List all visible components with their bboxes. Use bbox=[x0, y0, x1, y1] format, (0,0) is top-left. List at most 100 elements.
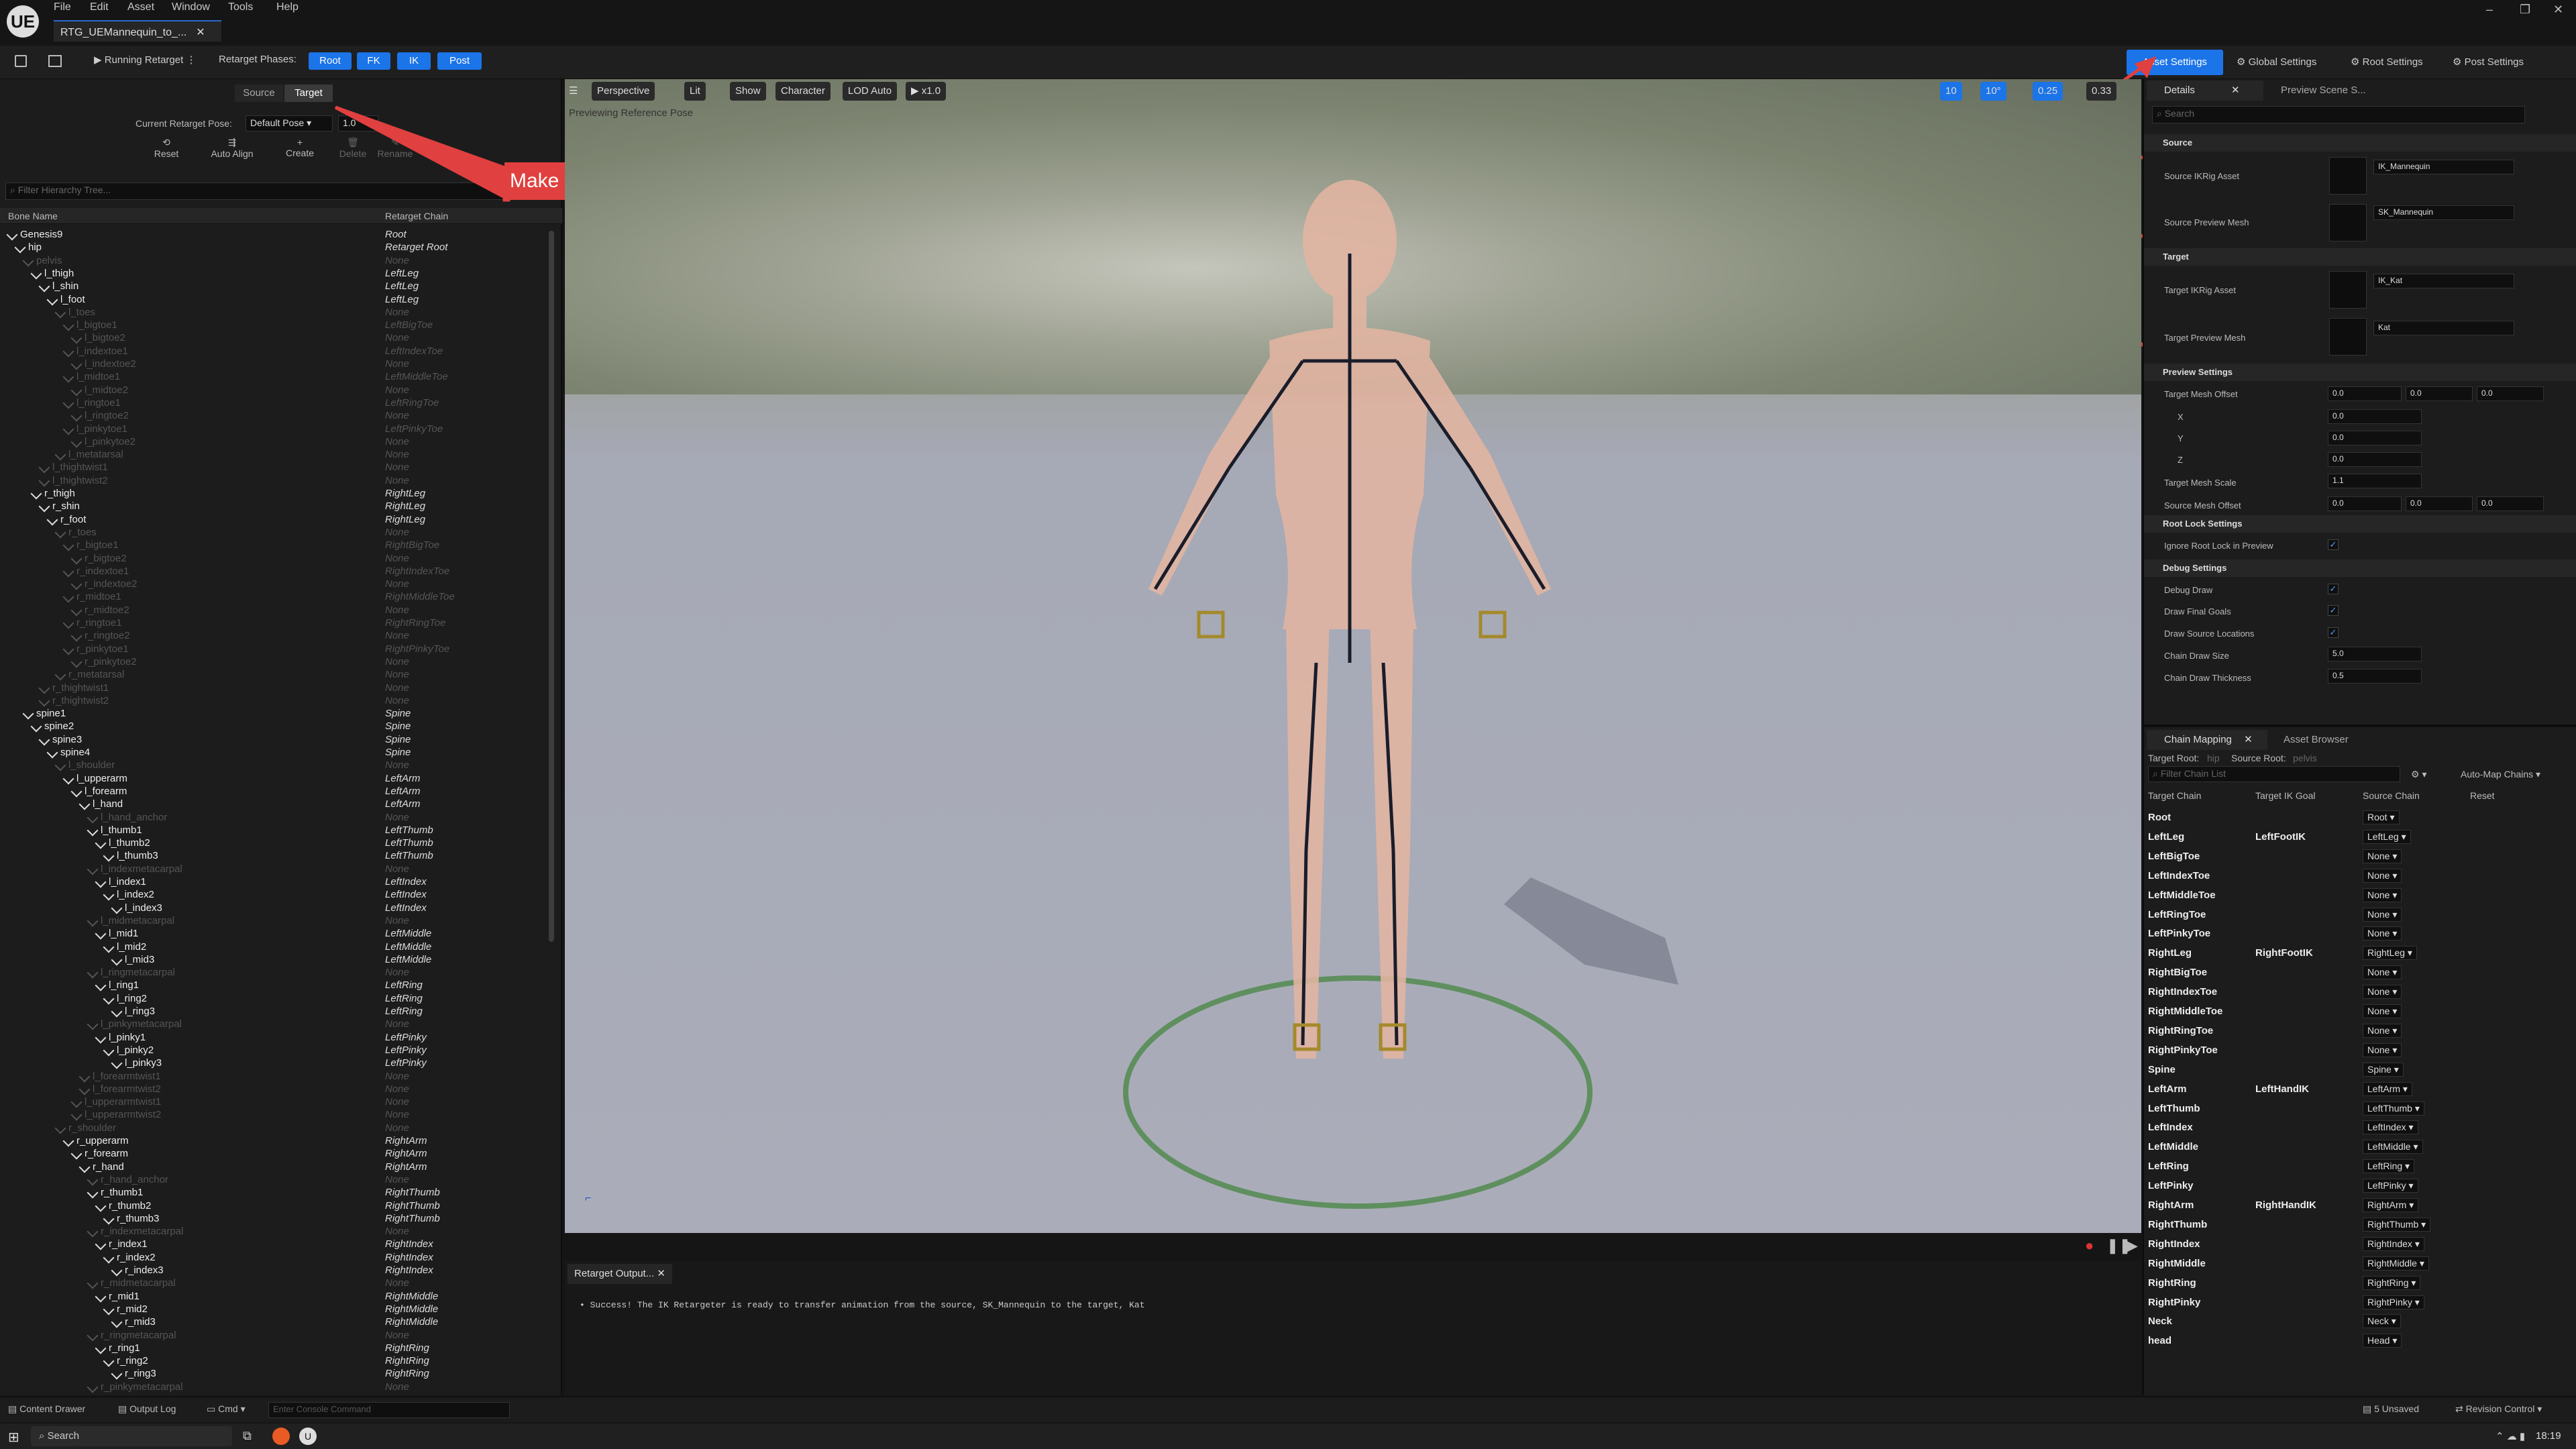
perspective-button[interactable]: Perspective bbox=[592, 82, 655, 101]
show-button[interactable]: Show bbox=[730, 82, 766, 101]
source-chain-dropdown[interactable]: LeftPinky ▾ bbox=[2363, 1179, 2418, 1193]
chain-mapping-row[interactable]: RightThumb RightThumb ▾ bbox=[2145, 1215, 2575, 1234]
source-chain-dropdown[interactable]: None ▾ bbox=[2363, 985, 2402, 1000]
lod-button[interactable]: LOD Auto bbox=[843, 82, 898, 101]
details-search-input[interactable]: ⌕ Search bbox=[2152, 106, 2525, 123]
chain-mapping-row[interactable]: LeftLeg LeftFootIK LeftLeg ▾ bbox=[2145, 827, 2575, 847]
windows-start-icon[interactable]: ⊞ bbox=[8, 1429, 19, 1446]
source-chain-dropdown[interactable]: LeftArm ▾ bbox=[2363, 1081, 2412, 1096]
source-chain-dropdown[interactable]: RightIndex ▾ bbox=[2363, 1236, 2424, 1251]
source-chain-dropdown[interactable]: None ▾ bbox=[2363, 1023, 2402, 1038]
chain-mapping-row[interactable]: LeftMiddleToe None ▾ bbox=[2145, 885, 2575, 905]
scale-snap-value[interactable]: 0.25 bbox=[2033, 82, 2063, 101]
offset-y-field[interactable]: 0.0 bbox=[2328, 431, 2422, 445]
retarget-output-tab[interactable]: Retarget Output... ✕ bbox=[568, 1264, 672, 1284]
chain-mapping-row[interactable]: RightMiddle RightMiddle ▾ bbox=[2145, 1254, 2575, 1273]
play-button[interactable]: ▶ bbox=[2127, 1237, 2138, 1254]
chain-mapping-row[interactable]: LeftBigToe None ▾ bbox=[2145, 847, 2575, 866]
ignore-root-lock-checkbox[interactable]: ✓ bbox=[2328, 539, 2339, 550]
rotation-snap-value[interactable]: 10° bbox=[1980, 82, 2006, 101]
grid-snap-value[interactable]: 10 bbox=[1940, 82, 1962, 101]
source-chain-dropdown[interactable]: RightLeg ▾ bbox=[2363, 946, 2417, 961]
chain-mapping-row[interactable]: LeftIndex LeftIndex ▾ bbox=[2145, 1118, 2575, 1137]
source-chain-dropdown[interactable]: RightThumb ▾ bbox=[2363, 1217, 2431, 1232]
preview-scene-tab[interactable]: Preview Scene S... bbox=[2281, 80, 2366, 101]
tray-icons[interactable]: ⌃ ☁ ▮ bbox=[2496, 1430, 2525, 1442]
chain-mapping-row[interactable]: Spine Spine ▾ bbox=[2145, 1060, 2575, 1079]
source-offset-y[interactable]: 0.0 bbox=[2406, 496, 2473, 511]
chain-mapping-row[interactable]: LeftThumb LeftThumb ▾ bbox=[2145, 1099, 2575, 1118]
playback-speed-button[interactable]: ▶ x1.0 bbox=[906, 82, 947, 101]
close-icon[interactable]: ✕ bbox=[657, 1268, 665, 1279]
asset-browser-tab[interactable]: Asset Browser bbox=[2284, 730, 2349, 750]
chain-mapping-row[interactable]: LeftRing LeftRing ▾ bbox=[2145, 1157, 2575, 1176]
close-icon[interactable]: ✕ bbox=[2244, 734, 2253, 745]
unsaved-button[interactable]: ▤ 5 Unsaved bbox=[2363, 1403, 2419, 1415]
offset-x-field[interactable]: 0.0 bbox=[2328, 409, 2422, 424]
chain-mapping-row[interactable]: LeftMiddle LeftMiddle ▾ bbox=[2145, 1137, 2575, 1157]
chain-mapping-row[interactable]: RightIndexToe None ▾ bbox=[2145, 982, 2575, 1002]
preview-settings-section[interactable]: Preview Settings bbox=[2144, 364, 2576, 381]
source-chain-dropdown[interactable]: LeftIndex ▾ bbox=[2363, 1120, 2418, 1135]
chain-mapping-row[interactable]: head Head ▾ bbox=[2145, 1331, 2575, 1350]
chain-mapping-row[interactable]: RightMiddleToe None ▾ bbox=[2145, 1002, 2575, 1021]
source-chain-dropdown[interactable]: LeftLeg ▾ bbox=[2363, 829, 2411, 844]
target-ikrig-dropdown[interactable]: IK_Kat bbox=[2373, 274, 2514, 288]
chain-mapping-row[interactable]: RightPinky RightPinky ▾ bbox=[2145, 1293, 2575, 1312]
source-chain-dropdown[interactable]: Neck ▾ bbox=[2363, 1314, 2401, 1329]
task-view-icon[interactable]: ⧉ bbox=[243, 1429, 252, 1443]
source-chain-dropdown[interactable]: None ▾ bbox=[2363, 926, 2402, 941]
col-target-ik-goal[interactable]: Target IK Goal bbox=[2255, 790, 2316, 801]
chain-mapping-row[interactable]: RightPinkyToe None ▾ bbox=[2145, 1040, 2575, 1060]
source-chain-dropdown[interactable]: None ▾ bbox=[2363, 965, 2402, 980]
source-chain-dropdown[interactable]: None ▾ bbox=[2363, 1004, 2402, 1018]
source-offset-z[interactable]: 0.0 bbox=[2477, 496, 2544, 511]
source-chain-dropdown[interactable]: LeftRing ▾ bbox=[2363, 1159, 2415, 1174]
source-chain-dropdown[interactable]: None ▾ bbox=[2363, 1042, 2402, 1057]
unreal-app-icon[interactable]: U bbox=[299, 1428, 317, 1445]
close-icon[interactable]: ✕ bbox=[2231, 85, 2240, 96]
col-source-chain[interactable]: Source Chain bbox=[2363, 790, 2420, 801]
target-mesh-dropdown[interactable]: Kat bbox=[2373, 321, 2514, 335]
source-ikrig-dropdown[interactable]: IK_Mannequin bbox=[2373, 160, 2514, 174]
col-target-chain[interactable]: Target Chain bbox=[2148, 790, 2201, 801]
target-offset-y[interactable]: 0.0 bbox=[2406, 386, 2473, 401]
chain-mapping-row[interactable]: RightBigToe None ▾ bbox=[2145, 963, 2575, 982]
cmd-button[interactable]: ▭ Cmd ▾ bbox=[207, 1403, 246, 1415]
chain-mapping-row[interactable]: LeftIndexToe None ▾ bbox=[2145, 866, 2575, 885]
chain-draw-thickness-field[interactable]: 0.5 bbox=[2328, 669, 2422, 684]
output-log-button[interactable]: ▤ Output Log bbox=[118, 1403, 176, 1415]
source-chain-dropdown[interactable]: Spine ▾ bbox=[2363, 1062, 2404, 1077]
chain-mapping-row[interactable]: RightRingToe None ▾ bbox=[2145, 1021, 2575, 1040]
record-button[interactable]: ● bbox=[2085, 1237, 2094, 1254]
chain-mapping-row[interactable]: LeftRingToe None ▾ bbox=[2145, 905, 2575, 924]
chain-mapping-row[interactable]: RightRing RightRing ▾ bbox=[2145, 1273, 2575, 1293]
taskbar-search[interactable]: ⌕ Search bbox=[31, 1426, 232, 1446]
source-chain-dropdown[interactable]: RightRing ▾ bbox=[2363, 1275, 2421, 1290]
chain-mapping-row[interactable]: RightArm RightHandIK RightArm ▾ bbox=[2145, 1195, 2575, 1215]
browser-app-icon[interactable] bbox=[272, 1428, 290, 1445]
chain-mapping-tab[interactable]: Chain Mapping ✕ bbox=[2147, 730, 2267, 750]
source-chain-dropdown[interactable]: RightMiddle ▾ bbox=[2363, 1256, 2429, 1271]
chain-mapping-row[interactable]: LeftArm LeftHandIK LeftArm ▾ bbox=[2145, 1079, 2575, 1099]
source-chain-dropdown[interactable]: RightArm ▾ bbox=[2363, 1198, 2419, 1212]
debug-settings-section[interactable]: Debug Settings bbox=[2144, 559, 2576, 577]
chain-filter-input[interactable]: ⌕ Filter Chain List bbox=[2148, 766, 2400, 782]
source-chain-dropdown[interactable]: LeftMiddle ▾ bbox=[2363, 1140, 2423, 1155]
target-offset-z[interactable]: 0.0 bbox=[2477, 386, 2544, 401]
draw-final-goals-checkbox[interactable]: ✓ bbox=[2328, 605, 2339, 616]
source-chain-dropdown[interactable]: LeftThumb ▾ bbox=[2363, 1101, 2424, 1116]
source-section[interactable]: Source bbox=[2144, 134, 2576, 152]
source-chain-dropdown[interactable]: Head ▾ bbox=[2363, 1334, 2402, 1348]
source-chain-dropdown[interactable]: None ▾ bbox=[2363, 849, 2402, 863]
revision-control-button[interactable]: ⇄ Revision Control ▾ bbox=[2455, 1403, 2542, 1415]
target-section[interactable]: Target bbox=[2144, 248, 2576, 266]
debug-draw-checkbox[interactable]: ✓ bbox=[2328, 584, 2339, 594]
chain-draw-size-field[interactable]: 5.0 bbox=[2328, 647, 2422, 661]
details-tab[interactable]: Details ✕ bbox=[2147, 80, 2263, 101]
root-lock-section[interactable]: Root Lock Settings bbox=[2144, 515, 2576, 533]
viewport-menu-icon[interactable]: ☰ bbox=[569, 82, 584, 101]
chain-mapping-row[interactable]: RightIndex RightIndex ▾ bbox=[2145, 1234, 2575, 1254]
chain-settings-icon[interactable]: ⚙ ▾ bbox=[2411, 769, 2426, 780]
offset-z-field[interactable]: 0.0 bbox=[2328, 452, 2422, 467]
